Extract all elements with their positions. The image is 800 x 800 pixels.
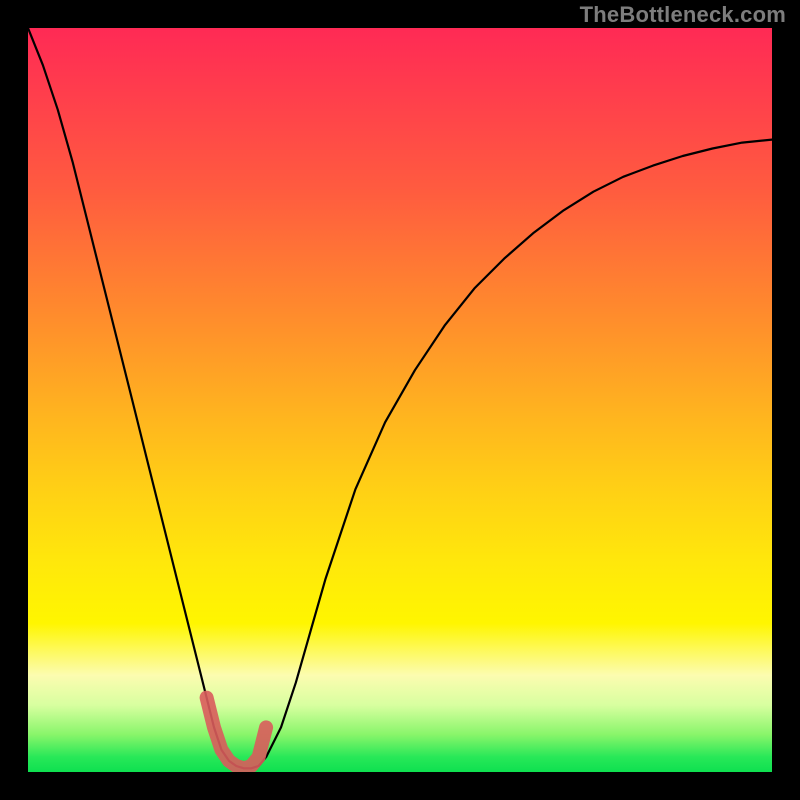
curve-layer [28,28,772,772]
plot-area [28,28,772,772]
bottleneck-curve [28,28,772,768]
chart-frame: TheBottleneck.com [0,0,800,800]
valley-highlight [207,698,267,769]
watermark-text: TheBottleneck.com [580,2,786,28]
